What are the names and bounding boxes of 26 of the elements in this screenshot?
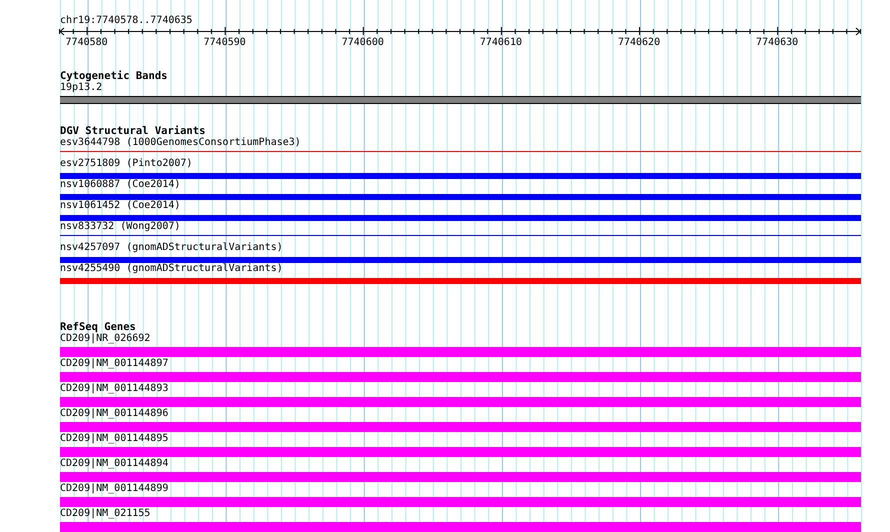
feature-label: CD209|NM_001144897 [60,358,168,370]
feature-label: CD209|NR_026692 [60,333,150,345]
feature-label: CD209|NM_001144894 [60,458,168,470]
feature-label: CD209|NM_001144893 [60,383,168,395]
feature-label: 19p13.2 [60,82,102,94]
track-title: DGV Structural Variants [60,125,206,137]
tick-label: 7740590 [204,37,246,48]
tick-label: 7740630 [756,37,798,48]
feature-label: nsv4255490 (gnomADStructuralVariants) [60,263,283,275]
track-title: Cytogenetic Bands [60,70,168,82]
tick-label: 7740620 [618,37,660,48]
feature-label: esv2751809 (Pinto2007) [60,158,192,170]
feature-label: CD209|NM_021155 [60,508,150,520]
feature-label: esv3644798 (1000GenomesConsortiumPhase3) [60,137,301,149]
feature-label: nsv4257097 (gnomADStructuralVariants) [60,242,283,254]
tick-label: 7740580 [66,37,108,48]
feature-label: nsv1060887 (Coe2014) [60,179,180,191]
tick-label: 7740610 [480,37,522,48]
feature-label: nsv833732 (Wong2007) [60,221,180,233]
feature-label: CD209|NM_001144896 [60,408,168,420]
feature-label: CD209|NM_001144895 [60,433,168,445]
tick-label: 7740600 [342,37,384,48]
feature-label: nsv1061452 (Coe2014) [60,200,180,212]
track-title: RefSeq Genes [60,321,136,333]
feature-label: CD209|NM_001144899 [60,483,168,495]
range-label: chr19:7740578..7740635 [60,15,192,27]
